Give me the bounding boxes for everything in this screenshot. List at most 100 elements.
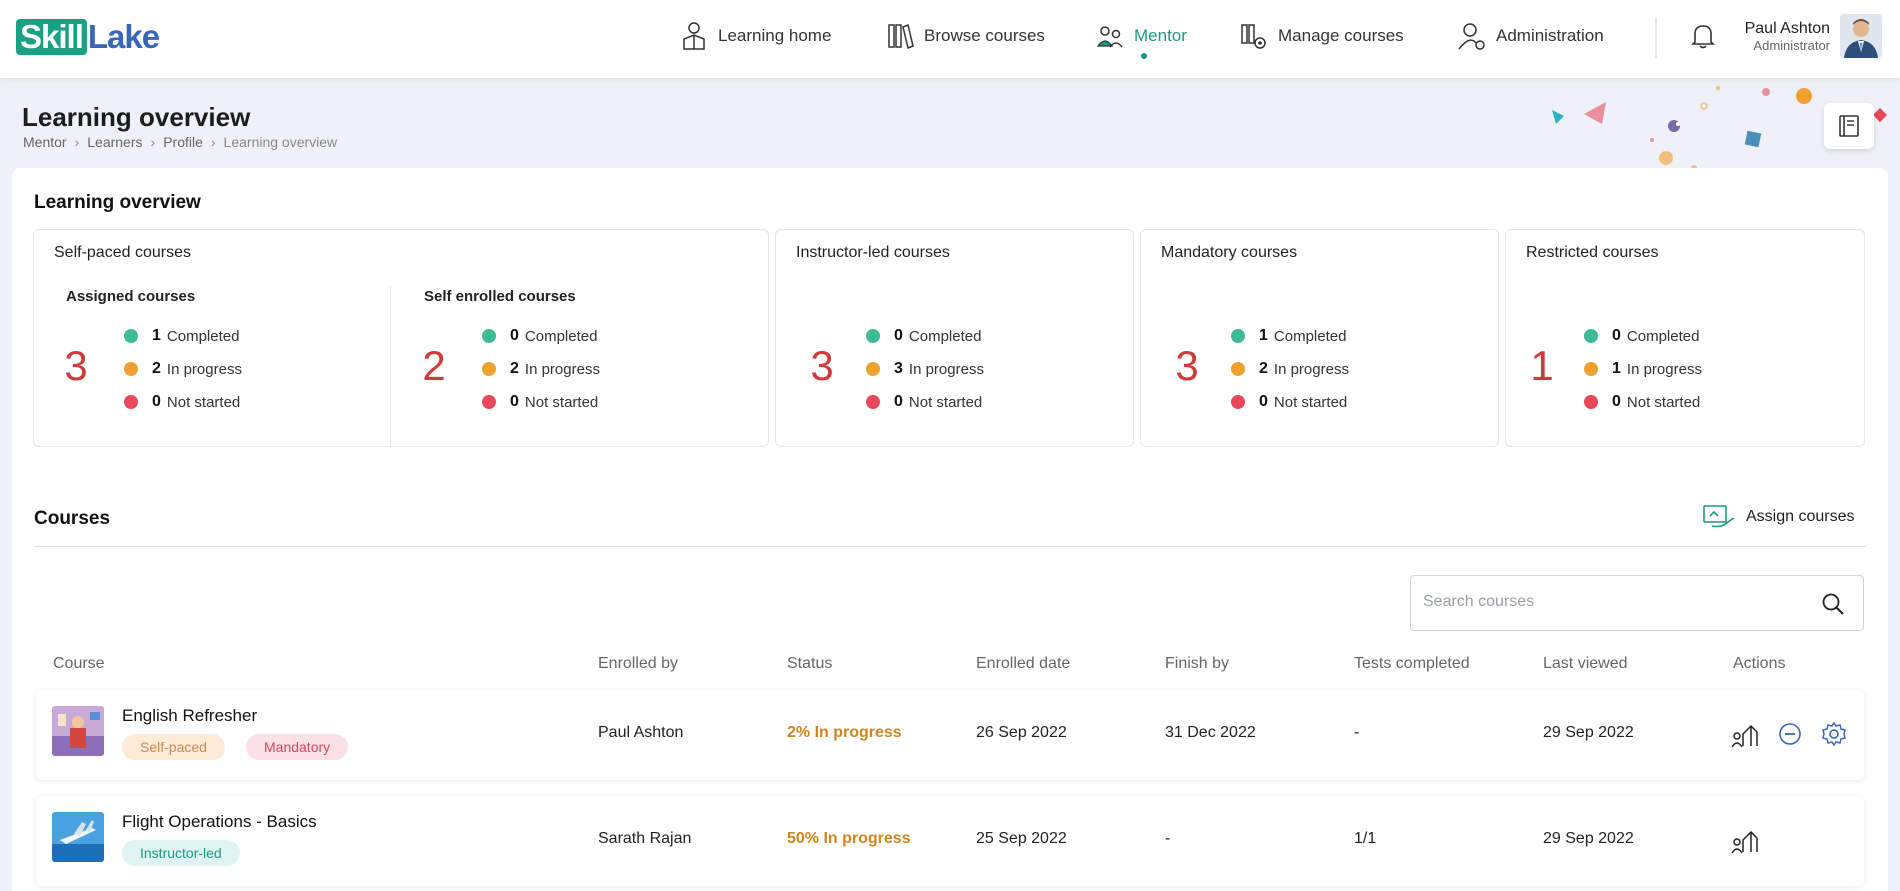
mandatory-card: Mandatory courses 3 1 Completed 2 In progr… — [1140, 229, 1499, 447]
logo-part-skill: Skill — [16, 19, 87, 55]
tests-completed: - — [1354, 724, 1360, 741]
learner-progress-icon[interactable] — [1731, 720, 1759, 748]
nav-label: Browse courses — [924, 26, 1045, 45]
not-started-count: 0 — [894, 393, 903, 410]
not-started-label: Not started — [908, 393, 983, 411]
last-viewed: 29 Sep 2022 — [1543, 724, 1634, 741]
assigned-total: 3 — [64, 342, 88, 389]
self-enrolled-title: Self enrolled courses — [424, 288, 576, 305]
remove-icon[interactable] — [1776, 720, 1804, 748]
learner-progress-icon[interactable] — [1731, 826, 1759, 854]
mentor-icon — [1096, 26, 1123, 48]
card-title: Self-paced courses — [54, 244, 191, 261]
breadcrumb-current: Learning overview — [223, 134, 338, 150]
table-row[interactable]: Flight Operations - Basics Instructor-le… — [36, 796, 1864, 886]
completed-dot — [482, 329, 496, 343]
completed-count: 0 — [510, 327, 519, 344]
tag-self-paced: Self-paced — [122, 734, 225, 760]
card-title: Instructor-led courses — [796, 244, 950, 261]
in-progress-count: 2 — [1259, 360, 1268, 377]
manage-courses-icon — [1241, 24, 1266, 49]
column-header-actions: Actions — [1733, 655, 1786, 672]
column-header-course[interactable]: Course — [53, 655, 105, 673]
breadcrumb-profile[interactable]: Profile — [163, 134, 203, 150]
in-progress-label: In progress — [908, 360, 984, 378]
in-progress-dot — [866, 362, 880, 376]
self-paced-card: Self-paced courses Assigned courses 3 1C… — [33, 229, 769, 447]
not-started-dot — [1231, 395, 1245, 409]
mandatory-total: 3 — [1175, 342, 1199, 389]
section-divider — [34, 546, 1866, 547]
user-name[interactable]: Paul Ashton — [1740, 20, 1830, 38]
administration-icon — [1458, 23, 1485, 50]
nav-administration[interactable]: Administration — [1458, 0, 1604, 72]
nav-manage-courses[interactable]: Manage courses — [1240, 0, 1404, 72]
completed-label: Completed — [524, 327, 598, 345]
tests-completed: 1/1 — [1354, 830, 1377, 847]
completed-label: Completed — [908, 327, 982, 345]
assigned-courses-title: Assigned courses — [66, 288, 196, 305]
restricted-breakdown: 0 Completed 1 In progress 0 Not started — [1584, 325, 1702, 413]
search-input[interactable] — [1423, 576, 1803, 628]
restricted-card: Restricted courses 1 0 Completed 1 In prog… — [1505, 229, 1865, 447]
in-progress-dot — [1584, 362, 1598, 376]
main-panel: Learning overview Self-paced courses Ass… — [12, 168, 1888, 891]
column-header-enrolled-date[interactable]: Enrolled date — [976, 655, 1070, 673]
course-name[interactable]: Flight Operations - Basics — [122, 812, 317, 832]
avatar[interactable] — [1840, 14, 1882, 58]
column-header-finish-by[interactable]: Finish by — [1165, 655, 1229, 673]
instructor-led-card: Instructor-led courses 3 0 Completed 3 In … — [775, 229, 1134, 447]
in-progress-count: 2 — [510, 360, 519, 377]
not-started-dot — [866, 395, 880, 409]
mandatory-breakdown: 1 Completed 2 In progress 0 Not started — [1231, 325, 1349, 413]
skilllake-logo[interactable]: Skill Lake — [16, 18, 160, 55]
in-progress-label: In progress — [1273, 360, 1349, 378]
self-enrolled-breakdown: 0 Completed 2 In progress 0 Not started — [482, 325, 600, 413]
top-bar: Skill Lake Learning home Browse courses M… — [0, 0, 1900, 78]
last-viewed: 29 Sep 2022 — [1543, 830, 1634, 847]
in-progress-dot — [1231, 362, 1245, 376]
assign-courses-icon — [1703, 505, 1735, 528]
instructor-led-breakdown: 0 Completed 3 In progress 0 Not started — [866, 325, 984, 413]
table-row[interactable]: English Refresher Self-paced Mandatory P… — [36, 690, 1864, 780]
books-icon — [888, 23, 914, 50]
completed-count: 0 — [1612, 327, 1621, 344]
completed-dot — [866, 329, 880, 343]
enrolled-by: Paul Ashton — [598, 724, 684, 741]
not-started-label: Not started — [1273, 393, 1348, 411]
course-name[interactable]: English Refresher — [122, 706, 257, 726]
notebook-icon — [1839, 115, 1859, 137]
not-started-dot — [124, 395, 138, 409]
completed-count: 0 — [894, 327, 903, 344]
not-started-label: Not started — [524, 393, 599, 411]
not-started-count: 0 — [1259, 393, 1268, 410]
bell-icon[interactable] — [1690, 22, 1716, 50]
assign-courses-button[interactable]: Assign courses — [1702, 504, 1855, 530]
column-header-status[interactable]: Status — [787, 655, 832, 673]
column-header-last-viewed[interactable]: Last viewed — [1543, 655, 1628, 673]
not-started-dot — [482, 395, 496, 409]
nav-browse-courses[interactable]: Browse courses — [886, 0, 1045, 72]
self-enrolled-total: 2 — [422, 342, 446, 389]
column-header-tests-completed[interactable]: Tests completed — [1354, 655, 1470, 673]
instructor-led-total: 3 — [810, 342, 834, 389]
overview-title: Learning overview — [34, 192, 201, 213]
active-indicator — [1141, 53, 1148, 59]
gear-icon[interactable] — [1820, 720, 1848, 748]
nav-learning-home[interactable]: Learning home — [680, 0, 831, 72]
status-text: 50% In progress — [787, 830, 911, 847]
notes-button[interactable] — [1824, 103, 1874, 149]
search-icon[interactable] — [1821, 592, 1845, 616]
nav-label: Mentor — [1134, 26, 1187, 45]
course-thumbnail — [52, 706, 104, 756]
column-header-enrolled-by[interactable]: Enrolled by — [598, 655, 678, 673]
not-started-count: 0 — [1612, 393, 1621, 410]
assign-courses-label: Assign courses — [1746, 508, 1855, 525]
in-progress-dot — [124, 362, 138, 376]
nav-mentor[interactable]: Mentor — [1096, 0, 1187, 72]
card-title: Restricted courses — [1526, 244, 1659, 261]
restricted-total: 1 — [1530, 342, 1554, 389]
breadcrumb-learners[interactable]: Learners — [87, 134, 142, 150]
breadcrumb-mentor[interactable]: Mentor — [23, 134, 67, 150]
completed-label: Completed — [1273, 327, 1347, 345]
